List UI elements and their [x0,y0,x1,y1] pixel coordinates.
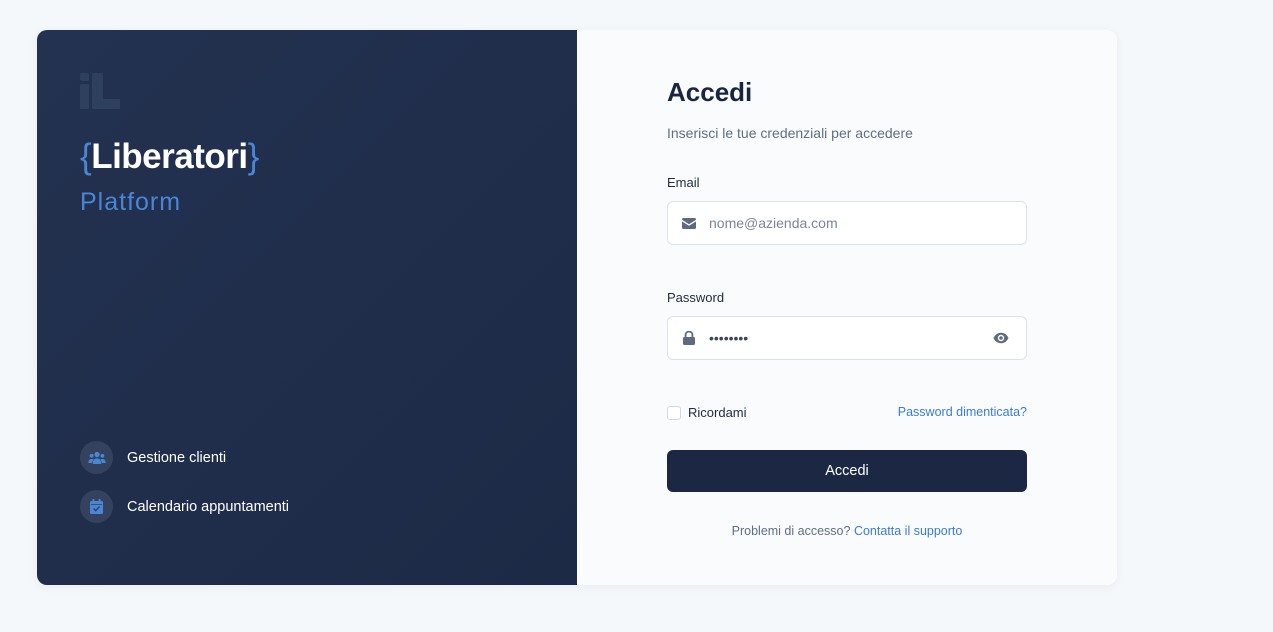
remember-checkbox[interactable] [667,405,681,420]
email-label: Email [667,175,700,190]
password-label: Password [667,290,725,305]
page-title: Accedi [667,77,753,107]
email-field-wrapper [667,201,1027,245]
brand-name: {Liberatori} [80,137,259,177]
help-text: Problemi di accesso? Contatta il support… [667,524,1027,538]
calendar-check-icon [80,490,113,523]
brand-panel: {Liberatori} Platform Gestione clienti C… [37,30,577,585]
login-button[interactable]: Accedi [667,450,1027,492]
feature-label: Gestione clienti [127,449,227,466]
remember-me: Ricordami [667,405,747,420]
remember-label: Ricordami [688,405,747,420]
feature-label: Calendario appuntamenti [127,498,290,515]
support-link[interactable]: Contatta il supporto [854,524,962,538]
brace-open: { [80,137,92,176]
envelope-icon [682,216,696,230]
email-input[interactable] [709,215,969,231]
help-question: Problemi di accesso? [731,524,851,538]
login-form-panel: Accedi Inserisci le tue credenziali per … [577,30,1117,585]
lock-icon [682,331,696,345]
brand-text: Liberatori [91,137,248,176]
page-subtitle: Inserisci le tue credenziali per acceder… [667,125,913,141]
feature-gestione-clienti: Gestione clienti [80,441,226,474]
password-field-wrapper [667,316,1027,360]
logo-icon [80,73,120,109]
eye-icon[interactable] [993,331,1009,345]
login-card: {Liberatori} Platform Gestione clienti C… [37,30,1117,585]
brace-close: } [247,137,260,176]
feature-calendario: Calendario appuntamenti [80,490,289,523]
brand-tagline: Platform [80,188,182,216]
password-input[interactable] [709,330,969,346]
forgot-password-link[interactable]: Password dimenticata? [898,405,1027,419]
users-icon [80,441,113,474]
